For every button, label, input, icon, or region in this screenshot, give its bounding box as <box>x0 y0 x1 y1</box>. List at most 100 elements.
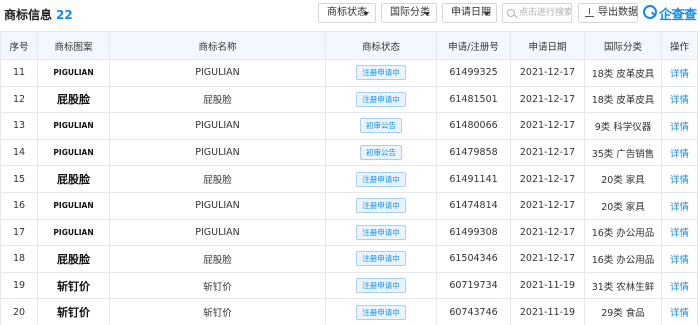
cell-action: 详情 <box>661 138 698 167</box>
trademark-image[interactable]: 斩钉价 <box>37 271 110 300</box>
status-badge: 注册申请中 <box>356 65 406 81</box>
cell-reg-no: 61474814 <box>436 191 511 220</box>
cell-no: 19 <box>0 271 38 300</box>
cell-status: 注册申请中 <box>325 218 437 247</box>
col-header-name: 商标名称 <box>109 31 326 60</box>
details-link[interactable]: 详情 <box>670 228 689 239</box>
trademark-image[interactable]: PIGULIAN <box>37 138 110 167</box>
col-header-pattern: 商标图案 <box>37 31 110 60</box>
details-link[interactable]: 详情 <box>670 122 689 133</box>
cell-action: 详情 <box>661 191 698 220</box>
table-row: 18 屁股脸 屁股脸 注册申请中 61504346 2021-12-17 16类… <box>0 245 698 273</box>
status-badge: 注册申请中 <box>356 251 406 267</box>
trademark-image[interactable]: PIGULIAN <box>37 218 110 247</box>
cell-class: 16类 办公用品 <box>584 245 662 273</box>
trademark-image[interactable]: 屁股脸 <box>37 85 110 114</box>
cell-class: 31类 农林生鲜 <box>584 271 662 300</box>
cell-date: 2021-12-17 <box>510 245 585 273</box>
trademark-image[interactable]: PIGULIAN <box>37 112 110 140</box>
search-placeholder: 点击进行搜索 <box>519 8 572 18</box>
status-badge: 注册申请中 <box>356 278 406 294</box>
cell-reg-no: 61491141 <box>436 165 511 193</box>
cell-reg-no: 61504346 <box>436 245 511 273</box>
col-header-reg-no: 申请/注册号 <box>436 31 511 60</box>
status-badge: 初审公告 <box>360 118 402 134</box>
details-link[interactable]: 详情 <box>670 308 689 319</box>
table-row: 14 PIGULIAN PIGULIAN 初审公告 61479858 2021-… <box>0 138 698 167</box>
details-link[interactable]: 详情 <box>670 69 689 80</box>
table-row: 16 PIGULIAN PIGULIAN 注册申请中 61474814 2021… <box>0 191 698 220</box>
status-badge: 注册申请中 <box>356 304 406 320</box>
search-icon <box>507 9 515 17</box>
cell-action: 详情 <box>661 298 698 325</box>
cell-name: 屁股脸 <box>109 245 326 273</box>
cell-status: 注册申请中 <box>325 85 437 114</box>
search-input[interactable]: 点击进行搜索 <box>502 3 572 23</box>
cell-no: 13 <box>0 112 38 140</box>
cell-name: 斩钉价 <box>109 298 326 325</box>
cell-no: 12 <box>0 85 38 114</box>
details-link[interactable]: 详情 <box>670 282 689 293</box>
status-badge: 初审公告 <box>360 145 402 161</box>
cell-status: 注册申请中 <box>325 245 437 273</box>
toolbar: 商标信息 22 商标状态 国际分类 申请日期 点击进行搜索 导出数据 企查查 <box>0 0 700 26</box>
cell-status: 注册申请中 <box>325 191 437 220</box>
status-badge: 注册申请中 <box>356 198 406 214</box>
cell-no: 17 <box>0 218 38 247</box>
chevron-down-icon <box>363 12 369 16</box>
cell-date: 2021-12-17 <box>510 112 585 140</box>
cell-action: 详情 <box>661 271 698 300</box>
cell-class: 18类 皮革皮具 <box>584 85 662 114</box>
trademark-image[interactable]: PIGULIAN <box>37 191 110 220</box>
cell-no: 15 <box>0 165 38 193</box>
cell-name: PIGULIAN <box>109 112 326 140</box>
cell-reg-no: 60719734 <box>436 271 511 300</box>
col-header-action: 操作 <box>661 31 698 60</box>
cell-name: 斩钉价 <box>109 271 326 300</box>
cell-class: 18类 皮革皮具 <box>584 59 662 87</box>
cell-reg-no: 61481501 <box>436 85 511 114</box>
cell-reg-no: 61479858 <box>436 138 511 167</box>
status-badge: 注册申请中 <box>356 171 406 187</box>
table-row: 20 斩钉价 斩钉价 注册申请中 60743746 2021-11-19 29类… <box>0 298 698 325</box>
table-row: 17 PIGULIAN PIGULIAN 注册申请中 61499308 2021… <box>0 218 698 247</box>
details-link[interactable]: 详情 <box>670 149 689 160</box>
cell-no: 18 <box>0 245 38 273</box>
chevron-down-icon <box>424 12 430 16</box>
trademark-image[interactable]: 屁股脸 <box>37 165 110 193</box>
cell-class: 35类 广告销售 <box>584 138 662 167</box>
logo-mark-icon <box>643 5 657 19</box>
status-badge: 注册申请中 <box>356 224 406 240</box>
cell-action: 详情 <box>661 165 698 193</box>
cell-date: 2021-11-19 <box>510 298 585 325</box>
status-filter-dropdown[interactable]: 商标状态 <box>318 3 376 23</box>
details-link[interactable]: 详情 <box>670 95 689 106</box>
class-filter-dropdown[interactable]: 国际分类 <box>381 3 437 23</box>
export-button[interactable]: 导出数据 <box>578 3 638 23</box>
trademark-image[interactable]: 斩钉价 <box>37 298 110 325</box>
section-title-text: 商标信息 <box>4 8 53 22</box>
cell-action: 详情 <box>661 85 698 114</box>
cell-no: 14 <box>0 138 38 167</box>
cell-name: PIGULIAN <box>109 59 326 87</box>
cell-date: 2021-12-17 <box>510 85 585 114</box>
cell-name: PIGULIAN <box>109 218 326 247</box>
trademark-image[interactable]: 屁股脸 <box>37 245 110 273</box>
details-link[interactable]: 详情 <box>670 255 689 266</box>
cell-date: 2021-12-17 <box>510 191 585 220</box>
cell-name: PIGULIAN <box>109 191 326 220</box>
details-link[interactable]: 详情 <box>670 202 689 213</box>
details-link[interactable]: 详情 <box>670 175 689 186</box>
table-row: 11 PIGULIAN PIGULIAN 注册申请中 61499325 2021… <box>0 59 698 87</box>
cell-reg-no: 61480066 <box>436 112 511 140</box>
col-header-no: 序号 <box>0 31 38 60</box>
table-row: 15 屁股脸 屁股脸 注册申请中 61491141 2021-12-17 20类… <box>0 165 698 193</box>
cell-action: 详情 <box>661 112 698 140</box>
cell-date: 2021-12-17 <box>510 218 585 247</box>
date-filter-dropdown[interactable]: 申请日期 <box>442 3 497 23</box>
status-badge: 注册申请中 <box>356 91 406 107</box>
cell-name: 屁股脸 <box>109 85 326 114</box>
cell-action: 详情 <box>661 245 698 273</box>
trademark-image[interactable]: PIGULIAN <box>37 59 110 87</box>
cell-no: 16 <box>0 191 38 220</box>
